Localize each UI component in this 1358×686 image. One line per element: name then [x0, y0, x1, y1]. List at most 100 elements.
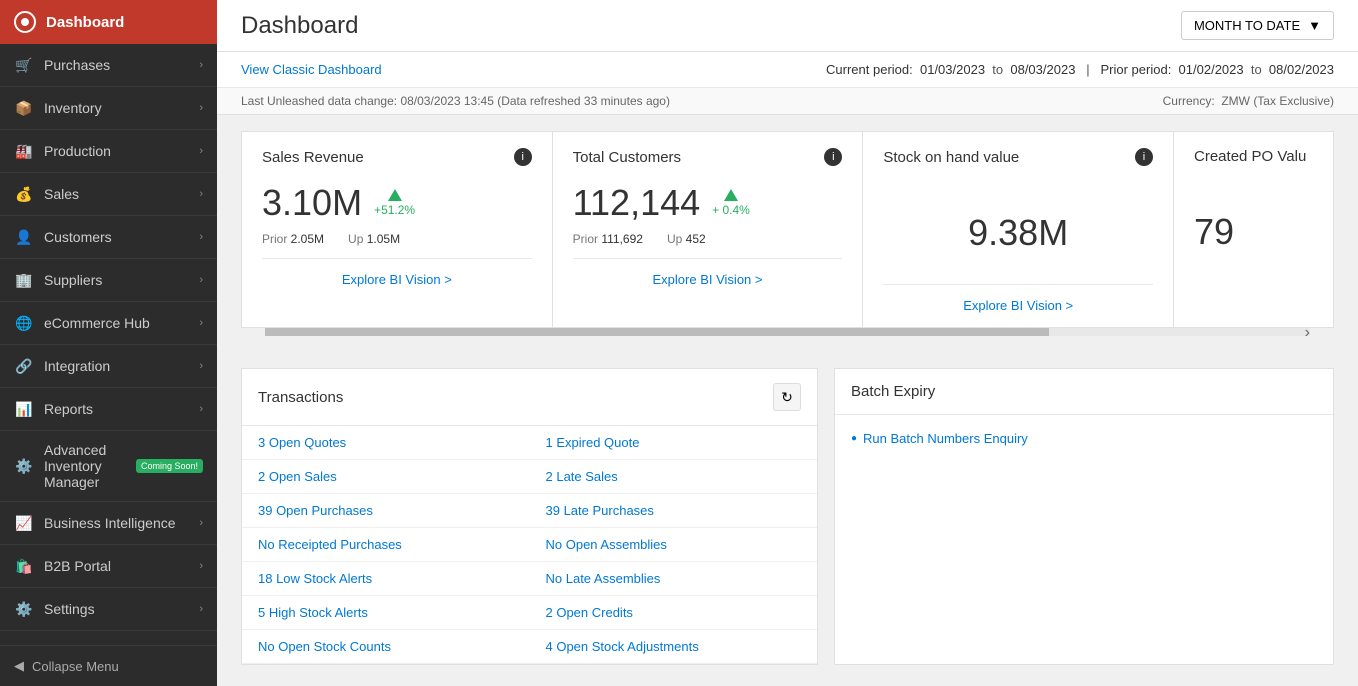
kpi-info-icon-2[interactable]: i — [1135, 148, 1153, 166]
ecommerce-icon: 🌐 — [14, 313, 34, 333]
sidebar-item-reports[interactable]: 📊 Reports› — [0, 388, 217, 431]
currency-value: ZMW (Tax Exclusive) — [1221, 94, 1334, 108]
trans-left-link-2[interactable]: 39 Open Purchases — [258, 503, 373, 518]
sidebar-item-bi[interactable]: 📈Business Intelligence› — [0, 502, 217, 545]
kpi-scrollbar[interactable]: › — [265, 328, 1310, 336]
trans-left-link-0[interactable]: 3 Open Quotes — [258, 435, 346, 450]
kpi-value-1: 112,144 — [573, 182, 700, 224]
trans-right-link-2[interactable]: 39 Late Purchases — [546, 503, 654, 518]
sidebar-header-title: Dashboard — [46, 14, 124, 31]
kpi-card-header-0: Sales Revenue i — [262, 148, 532, 166]
kpi-pct-0: +51.2% — [374, 203, 415, 217]
inventory-arrow-icon: › — [199, 102, 203, 114]
period-bar: View Classic Dashboard Current period: 0… — [217, 52, 1358, 88]
data-notice: Last Unleashed data change: 08/03/2023 1… — [217, 88, 1358, 115]
kpi-arrow-up-icon-0 — [388, 189, 402, 201]
sidebar-label-settings: Settings — [44, 601, 199, 617]
trans-left-link-4[interactable]: 18 Low Stock Alerts — [258, 571, 372, 586]
kpi-up-value-1: 452 — [686, 232, 706, 246]
kpi-pct-1: + 0.4% — [712, 203, 750, 217]
trans-left-item-0: 3 Open Quotes — [242, 426, 530, 460]
sidebar-item-adv-inventory[interactable]: ⚙️Advanced Inventory ManagerComing Soon! — [0, 431, 217, 502]
kpi-value-0: 3.10M — [262, 182, 362, 224]
purchases-icon: 🛒 — [14, 55, 34, 75]
kpi-card-header-2: Stock on hand value i — [883, 148, 1153, 166]
sidebar-item-purchases[interactable]: 🛒Purchases› — [0, 44, 217, 87]
sidebar-label-inventory: Inventory — [44, 100, 199, 116]
trans-right-link-5[interactable]: 2 Open Credits — [546, 605, 633, 620]
kpi-value-row-1: 112,144 + 0.4% — [573, 182, 843, 224]
adv-inventory-icon: ⚙️ — [14, 456, 34, 476]
trans-right-item-4: No Late Assemblies — [530, 562, 818, 596]
explore-bi-link-1[interactable]: Explore BI Vision > — [653, 272, 763, 287]
sidebar-item-ecommerce[interactable]: 🌐eCommerce Hub› — [0, 302, 217, 345]
trans-left-link-6[interactable]: No Open Stock Counts — [258, 639, 391, 654]
sidebar-label-reports: Reports — [44, 401, 199, 417]
sidebar-item-production[interactable]: 🏭Production› — [0, 130, 217, 173]
trans-left-link-1[interactable]: 2 Open Sales — [258, 469, 337, 484]
sidebar-item-inventory[interactable]: 📦 Inventory› — [0, 87, 217, 130]
trans-right-link-3[interactable]: No Open Assemblies — [546, 537, 667, 552]
run-batch-enquiry-link[interactable]: Run Batch Numbers Enquiry — [851, 431, 1317, 446]
period-dropdown[interactable]: MONTH TO DATE ▼ — [1181, 11, 1334, 40]
prior-period-from: 01/02/2023 — [1179, 62, 1244, 77]
trans-left-link-5[interactable]: 5 High Stock Alerts — [258, 605, 368, 620]
trans-left-item-2: 39 Open Purchases — [242, 494, 530, 528]
trans-right-item-6: 4 Open Stock Adjustments — [530, 630, 818, 664]
trans-right-link-6[interactable]: 4 Open Stock Adjustments — [546, 639, 699, 654]
kpi-card-1: Total Customers i 112,144 + 0.4% Prior 1… — [553, 131, 864, 328]
collapse-menu-button[interactable]: ◀ Collapse Menu — [0, 645, 217, 686]
reports-arrow-icon: › — [199, 403, 203, 415]
main-body: View Classic Dashboard Current period: 0… — [217, 52, 1358, 686]
trans-left-link-3[interactable]: No Receipted Purchases — [258, 537, 402, 552]
kpi-title-2: Stock on hand value — [883, 149, 1019, 166]
kpi-card-3: Created PO Valu 79 — [1174, 131, 1334, 328]
kpi-title-3: Created PO Valu — [1194, 148, 1306, 165]
bi-arrow-icon: › — [199, 517, 203, 529]
kpi-card-header-1: Total Customers i — [573, 148, 843, 166]
explore-bi-link-0[interactable]: Explore BI Vision > — [342, 272, 452, 287]
trans-left-item-1: 2 Open Sales — [242, 460, 530, 494]
kpi-title-0: Sales Revenue — [262, 149, 364, 166]
kpi-change-0: +51.2% — [374, 189, 415, 217]
kpi-sub-1: Prior 111,692 Up 452 — [573, 232, 843, 246]
collapse-icon: ◀ — [14, 658, 24, 674]
reports-icon: 📊 — [14, 399, 34, 419]
current-period-label: Current period: — [826, 62, 913, 77]
current-period-to: 08/03/2023 — [1010, 62, 1075, 77]
prior-period-label: Prior period: — [1101, 62, 1172, 77]
refresh-button[interactable]: ↻ — [773, 383, 801, 411]
b2b-arrow-icon: › — [199, 560, 203, 572]
trans-right-link-1[interactable]: 2 Late Sales — [546, 469, 618, 484]
inventory-icon: 📦 — [14, 98, 34, 118]
kpi-value-3: 79 — [1194, 181, 1313, 283]
period-dropdown-label: MONTH TO DATE — [1194, 18, 1300, 33]
bi-icon: 📈 — [14, 513, 34, 533]
trans-right-link-0[interactable]: 1 Expired Quote — [546, 435, 640, 450]
kpi-info-icon-1[interactable]: i — [824, 148, 842, 166]
kpi-section: Sales Revenue i 3.10M +51.2% Prior 2.05M… — [217, 115, 1358, 352]
sidebar-item-suppliers[interactable]: 🏢Suppliers› — [0, 259, 217, 302]
sidebar-item-b2b[interactable]: 🛍️B2B Portal› — [0, 545, 217, 588]
view-classic-dashboard-link[interactable]: View Classic Dashboard — [241, 62, 382, 77]
transactions-grid: 3 Open Quotes 2 Open Sales 39 Open Purchas… — [242, 426, 817, 664]
sidebar-item-customers[interactable]: 👤Customers› — [0, 216, 217, 259]
kpi-info-icon-0[interactable]: i — [514, 148, 532, 166]
sidebar-item-integration[interactable]: 🔗Integration› — [0, 345, 217, 388]
sidebar-item-settings[interactable]: ⚙️Settings› — [0, 588, 217, 631]
kpi-up-value-0: 1.05M — [367, 232, 400, 246]
ecommerce-arrow-icon: › — [199, 317, 203, 329]
customers-icon: 👤 — [14, 227, 34, 247]
trans-left-item-3: No Receipted Purchases — [242, 528, 530, 562]
trans-right-link-4[interactable]: No Late Assemblies — [546, 571, 661, 586]
explore-bi-link-2[interactable]: Explore BI Vision > — [963, 298, 1073, 313]
trans-right-item-0: 1 Expired Quote — [530, 426, 818, 460]
sidebar-label-b2b: B2B Portal — [44, 558, 199, 574]
scroll-right-icon[interactable]: › — [1305, 324, 1310, 342]
main-header: Dashboard MONTH TO DATE ▼ — [217, 0, 1358, 52]
sidebar-nav: 🛒Purchases›📦Inventory›🏭Production›💰Sales… — [0, 44, 217, 645]
transactions-title: Transactions — [258, 389, 343, 406]
sidebar-item-sales[interactable]: 💰Sales› — [0, 173, 217, 216]
kpi-up-label-1: Up 452 — [667, 232, 706, 246]
kpi-card-header-3: Created PO Valu — [1194, 148, 1313, 165]
